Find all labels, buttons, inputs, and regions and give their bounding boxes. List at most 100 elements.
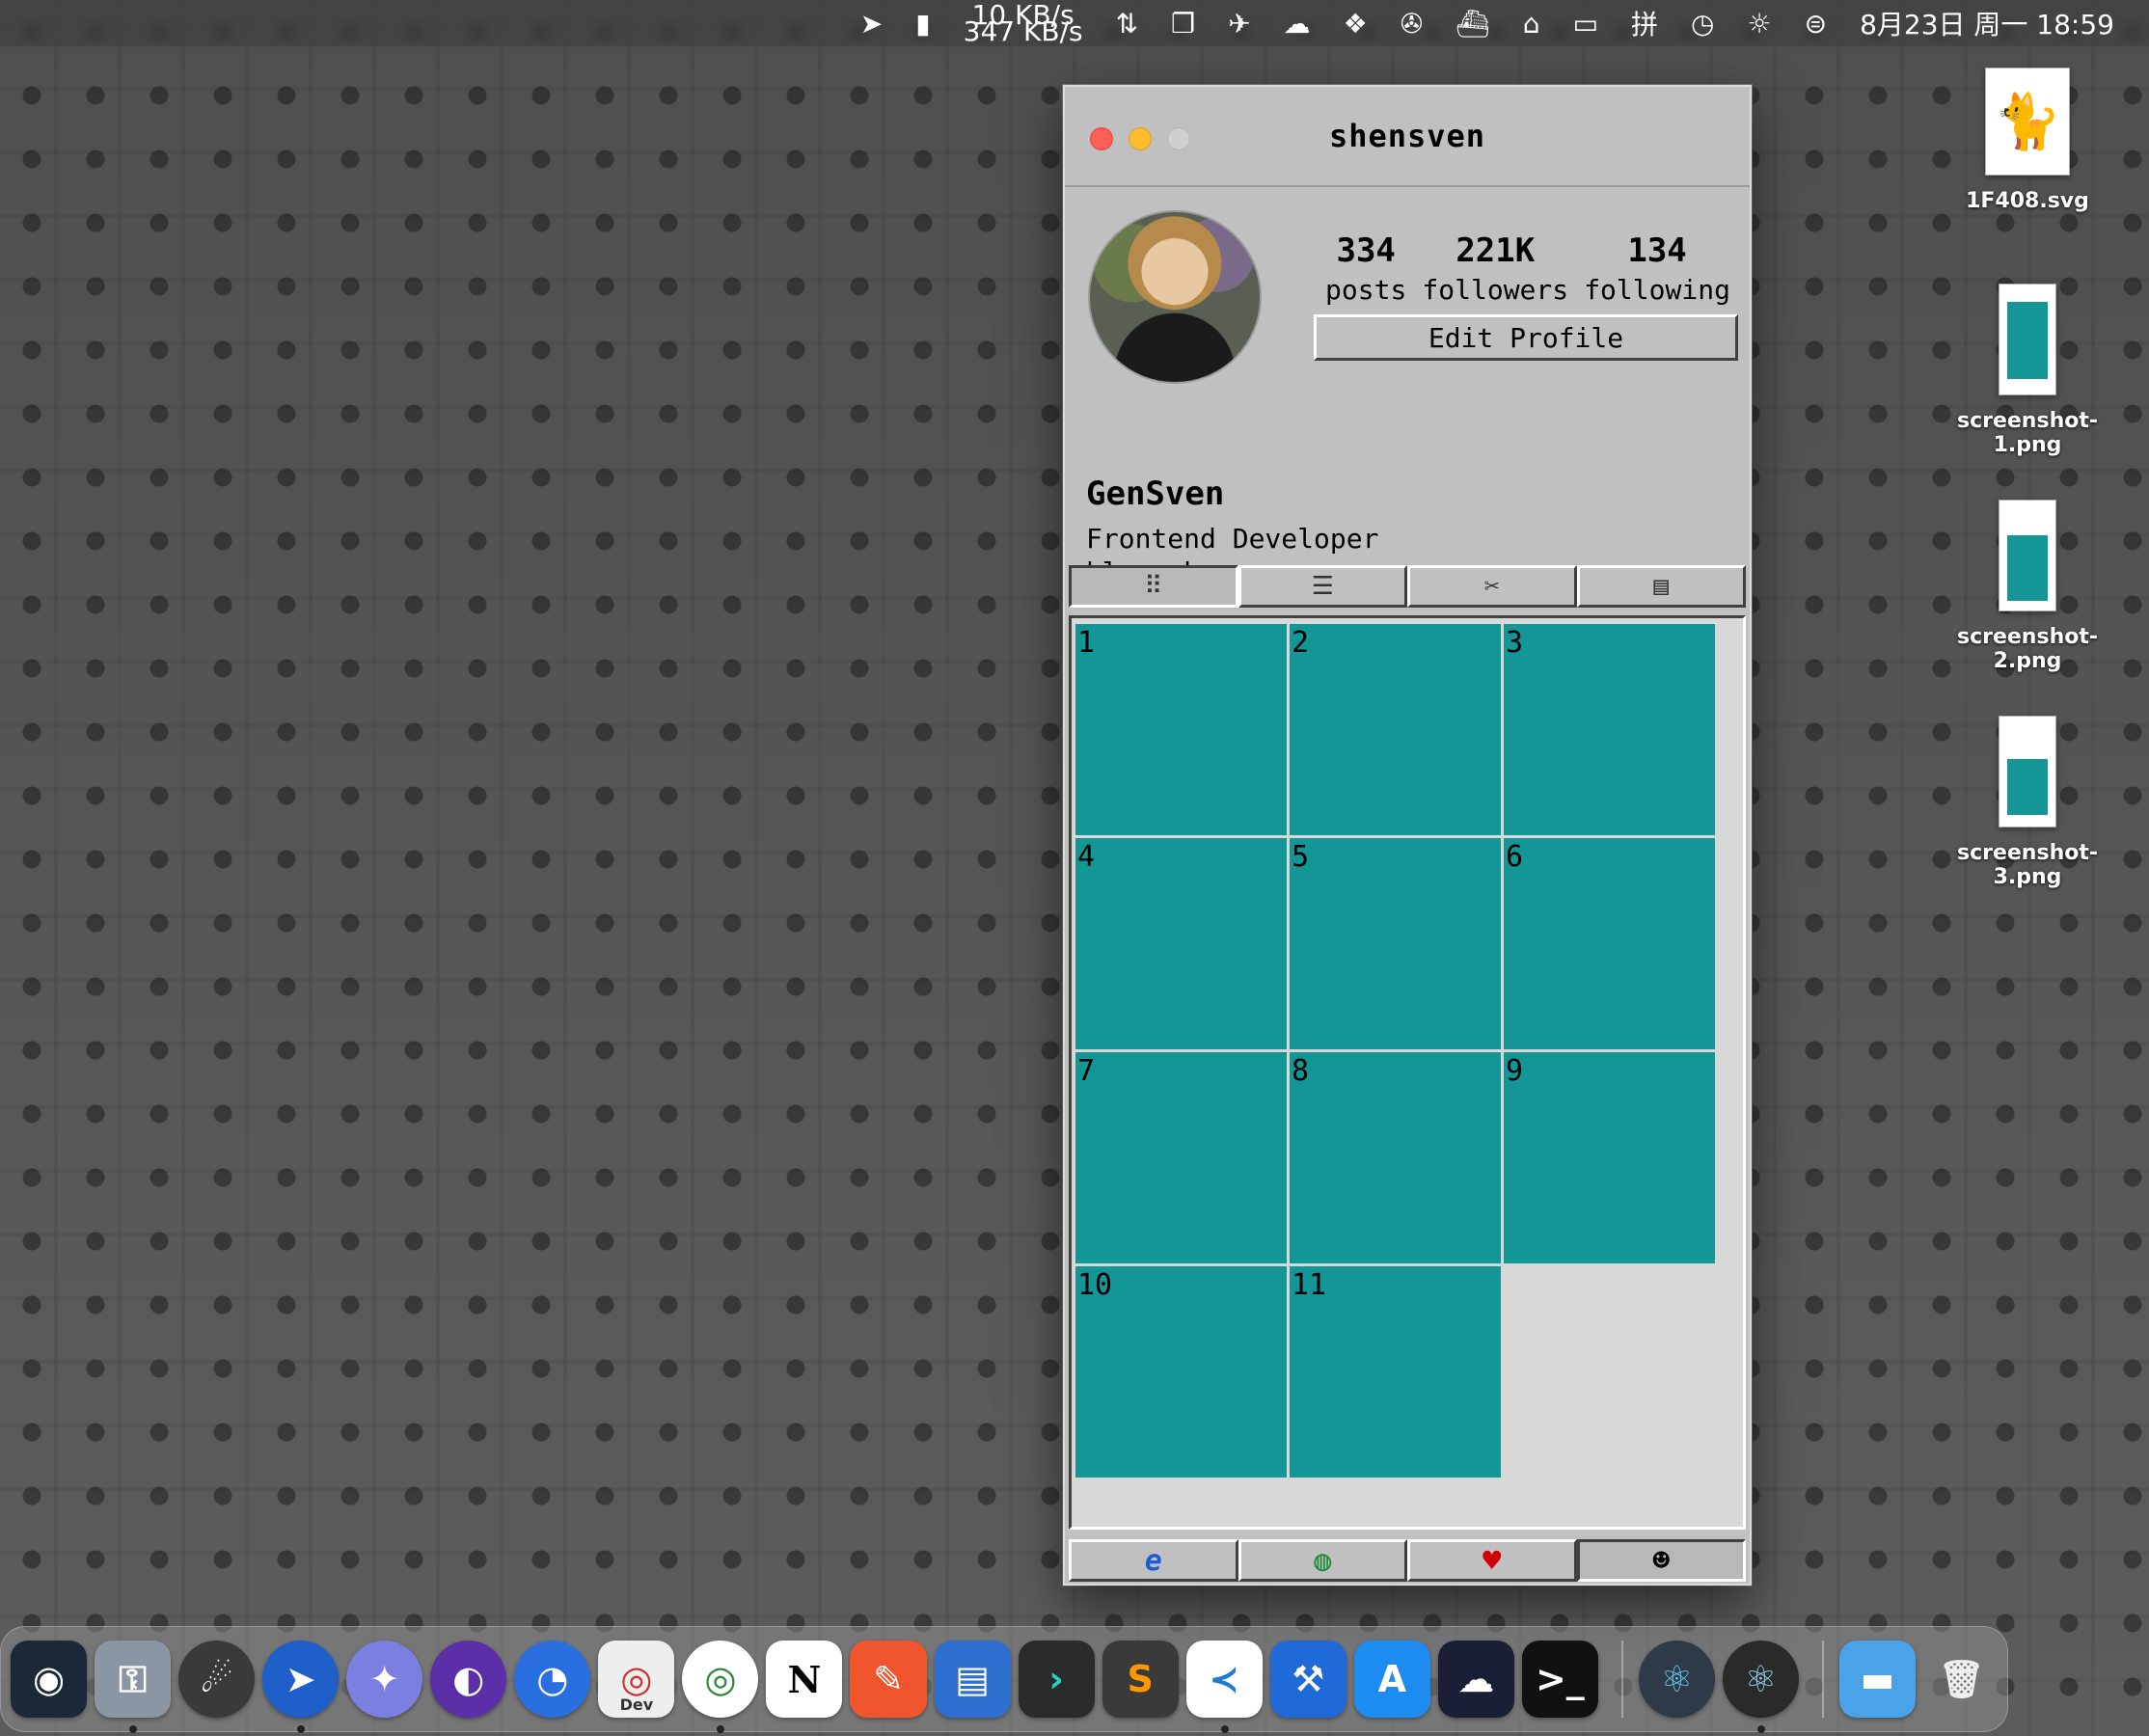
arrows-icon[interactable]: ⇅ <box>1116 8 1138 40</box>
edit-profile-button[interactable]: Edit Profile <box>1314 314 1738 361</box>
cloud-icon[interactable]: ☁ <box>1284 8 1311 40</box>
tab-list[interactable]: ☰ <box>1238 565 1407 608</box>
tab-grid[interactable]: ⠿ <box>1069 565 1238 608</box>
keychain-icon[interactable]: ⚿ <box>95 1641 172 1733</box>
zoom-button[interactable] <box>1167 127 1190 150</box>
trash-icon[interactable]: 🗑 <box>1923 1641 1999 1718</box>
vscode-icon[interactable]: ≺ <box>1185 1641 1263 1733</box>
paw-icon[interactable]: ✎ <box>850 1641 927 1718</box>
bird-icon[interactable]: ✦ <box>346 1641 423 1718</box>
nav-activity[interactable]: ♥ <box>1407 1539 1577 1582</box>
tab-tools[interactable]: ✂ <box>1407 565 1577 608</box>
downloads-folder-icon[interactable]: ▬ <box>1838 1641 1916 1718</box>
net-down: 347 KB/s <box>963 15 1083 47</box>
spark-icon[interactable]: ➤ <box>262 1641 340 1733</box>
post-tile[interactable]: 10 <box>1075 1266 1287 1478</box>
lighthouse-icon[interactable]: ☄ <box>178 1641 256 1718</box>
profile-stats: 334 posts 221K followers 134 following <box>1318 231 1738 306</box>
steam-icon[interactable]: ◉ <box>11 1641 88 1718</box>
archive-icon[interactable]: ▤ <box>934 1641 1011 1718</box>
stat-following[interactable]: 134 following <box>1584 231 1730 306</box>
minimize-button[interactable] <box>1129 127 1152 150</box>
terminal-icon[interactable]: >_ <box>1521 1641 1598 1718</box>
post-number: 4 <box>1077 840 1096 874</box>
dock-separator <box>1620 1641 1623 1718</box>
prompt-icon[interactable]: › <box>1018 1641 1095 1718</box>
avatar[interactable] <box>1088 210 1262 384</box>
desktop-file-label: 1F408.svg <box>1966 189 2089 213</box>
post-number: 7 <box>1077 1054 1096 1088</box>
close-button[interactable] <box>1090 127 1113 150</box>
post-tile[interactable]: 2 <box>1290 624 1501 835</box>
stat-label: following <box>1584 274 1730 306</box>
signal-icon[interactable]: ▮ <box>915 8 930 40</box>
grid-icon: ⠿ <box>1144 572 1163 601</box>
xcode-icon[interactable]: ⚒ <box>1269 1641 1347 1718</box>
nav-profile[interactable]: ☻ <box>1576 1539 1746 1582</box>
post-tile[interactable]: 1 <box>1075 624 1287 835</box>
desktop-file-label: screenshot-3.png <box>1956 841 2098 889</box>
dropbox-icon[interactable]: ❖ <box>1344 8 1368 40</box>
firefox-icon[interactable]: ◔ <box>514 1641 591 1718</box>
post-tile[interactable]: 6 <box>1504 838 1715 1049</box>
sublime-icon[interactable]: S <box>1102 1641 1179 1718</box>
nav-home[interactable]: e <box>1069 1539 1238 1582</box>
post-tile[interactable]: 3 <box>1504 624 1715 835</box>
app-store-icon[interactable]: A <box>1353 1641 1430 1718</box>
folder-icon: ▤ <box>1653 572 1670 601</box>
post-tile[interactable]: 7 <box>1075 1052 1287 1263</box>
stat-followers[interactable]: 221K followers <box>1422 231 1568 306</box>
stat-posts[interactable]: 334 posts <box>1325 231 1406 306</box>
location-icon[interactable]: ➤ <box>860 8 883 40</box>
display-icon[interactable]: ▭ <box>1573 8 1598 40</box>
chrome-dev-icon[interactable]: ◎ Dev <box>598 1641 675 1718</box>
bottom-navigation: e ◍ ♥ ☻ <box>1069 1539 1746 1582</box>
post-tile[interactable]: 8 <box>1290 1052 1501 1263</box>
docker-icon[interactable]: ⛴ <box>1455 8 1490 40</box>
desktop-file-1f408[interactable]: 🐈 1F408.svg <box>1931 68 2124 213</box>
posts-grid: 1 2 3 4 5 6 7 8 9 10 11 <box>1075 624 1743 1478</box>
stat-value: 134 <box>1627 231 1687 270</box>
nav-explore[interactable]: ◍ <box>1238 1539 1407 1582</box>
post-tile[interactable]: 4 <box>1075 838 1287 1049</box>
network-speed[interactable]: 10 KB/s 347 KB/s <box>963 2 1083 47</box>
post-number: 3 <box>1506 626 1524 660</box>
chrome-icon[interactable]: ◎ <box>682 1641 759 1733</box>
window-titlebar[interactable]: shensven <box>1065 87 1750 187</box>
cloud-app-icon[interactable]: ☁ <box>1437 1641 1514 1718</box>
desktop-file-screenshot-3[interactable]: screenshot-3.png <box>1931 716 2124 889</box>
aperture-icon[interactable]: ✇ <box>1401 8 1423 40</box>
stat-label: followers <box>1422 274 1569 306</box>
desktop-file-label: screenshot-1.png <box>1956 409 2098 457</box>
post-tile[interactable]: 11 <box>1290 1266 1501 1478</box>
posts-grid-container[interactable]: 1 2 3 4 5 6 7 8 9 10 11 <box>1069 615 1746 1530</box>
post-number: 6 <box>1506 840 1524 874</box>
post-tile[interactable]: 9 <box>1504 1052 1715 1263</box>
post-number: 5 <box>1292 840 1310 874</box>
telegram-icon[interactable]: ✈ <box>1228 8 1250 40</box>
tab-saved[interactable]: ▤ <box>1576 565 1746 608</box>
brightness-icon[interactable]: ☼ <box>1747 8 1771 40</box>
desktop-file-screenshot-2[interactable]: screenshot-2.png <box>1931 500 2124 673</box>
input-method-icon[interactable]: 拼 <box>1631 4 1658 42</box>
screens-icon[interactable]: ❐ <box>1171 8 1195 40</box>
profile-icon: ☻ <box>1652 1543 1671 1578</box>
profile-bio: GenSven Frontend Developer blog.shensven… <box>1065 370 1750 588</box>
image-thumbnail-icon <box>1999 500 2056 611</box>
cleaner-icon[interactable]: ◐ <box>430 1641 507 1718</box>
desktop-file-screenshot-1[interactable]: screenshot-1.png <box>1931 284 2124 457</box>
stat-label: posts <box>1325 274 1407 306</box>
time-machine-icon[interactable]: ◷ <box>1691 8 1714 40</box>
post-number: 2 <box>1292 626 1310 660</box>
post-tile[interactable]: 5 <box>1290 838 1501 1049</box>
stat-value: 221K <box>1455 231 1536 270</box>
chrome-dev-label: Dev <box>619 1695 654 1714</box>
profile-description: Frontend Developer <box>1086 523 1379 555</box>
electron-icon[interactable]: ⚛ <box>1722 1641 1799 1733</box>
menubar-clock[interactable]: 8月23日 周一 18:59 <box>1860 4 2114 42</box>
heart-icon: ♥ <box>1483 1542 1502 1579</box>
notion-icon[interactable]: N <box>766 1641 843 1718</box>
disk-icon[interactable]: ⌂ <box>1523 8 1540 40</box>
atom-icon[interactable]: ⚛ <box>1638 1641 1715 1718</box>
control-center-icon[interactable]: ⊜ <box>1805 8 1827 40</box>
